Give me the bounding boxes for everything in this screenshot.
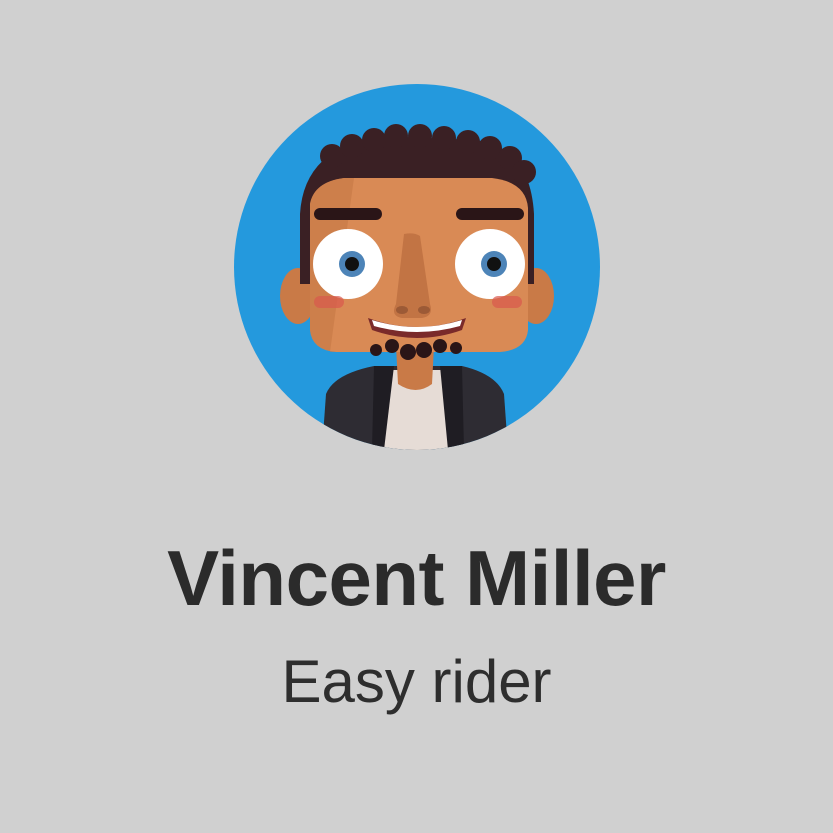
profile-card: Vincent Miller Easy rider xyxy=(0,0,833,833)
avatar[interactable] xyxy=(234,84,600,450)
cartoon-man-avatar-icon xyxy=(234,84,600,450)
profile-name: Vincent Miller xyxy=(167,534,666,622)
profile-tagline: Easy rider xyxy=(281,648,552,715)
